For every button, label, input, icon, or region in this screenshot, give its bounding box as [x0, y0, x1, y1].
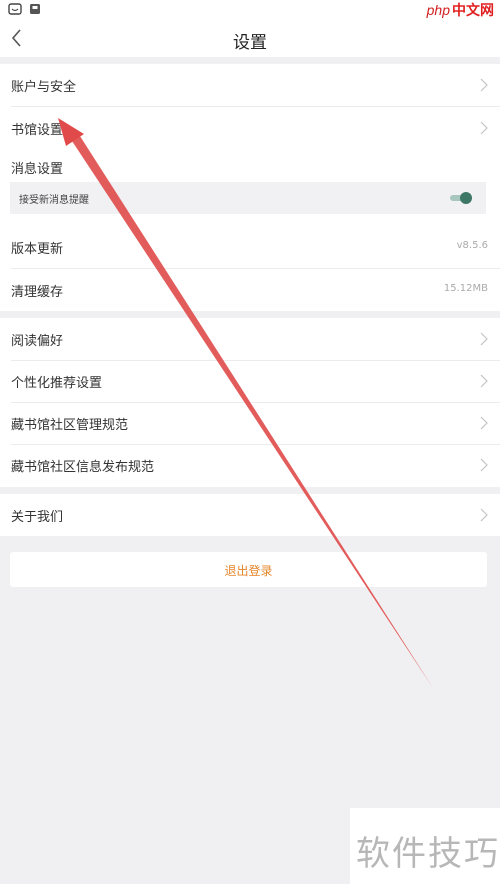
app-version-value: v8.5.6: [456, 240, 488, 251]
chat-app-icon: [8, 3, 22, 15]
receive-alerts-label: 接受新消息提醒: [19, 195, 89, 206]
chevron-right-icon: [480, 121, 488, 135]
about-us-label: 关于我们: [11, 510, 64, 525]
personalized-recommendation-label: 个性化推荐设置: [11, 376, 103, 391]
message-settings-label: 消息设置: [11, 162, 64, 177]
chevron-right-icon: [480, 416, 488, 430]
logout-button[interactable]: 退出登录: [10, 552, 487, 587]
page-title: 设置: [233, 33, 267, 53]
logout-label: 退出登录: [224, 564, 273, 578]
php-watermark: php 中文网: [427, 2, 494, 18]
clear-cache-label: 清理缓存: [11, 285, 64, 300]
clear-cache-value: 15.12MB: [443, 283, 488, 294]
navigation-bar: 设置: [0, 20, 500, 57]
reading-preferences-row[interactable]: 阅读偏好: [0, 318, 500, 360]
community-management-rules-label: 藏书馆社区管理规范: [11, 418, 129, 433]
about-us-row[interactable]: 关于我们: [0, 494, 500, 536]
receive-alerts-row[interactable]: 接受新消息提醒: [10, 182, 486, 214]
settings-section-reading: 阅读偏好 个性化推荐设置 藏书馆社区管理规范 藏书馆社区信息发布规范: [0, 318, 500, 487]
message-settings-row: 消息设置: [0, 150, 500, 180]
notification-icon: [30, 4, 40, 14]
settings-section-about: 关于我们: [0, 494, 500, 536]
clear-cache-row[interactable]: 清理缓存 15.12MB: [0, 269, 500, 311]
software-tips-watermark-text: 软件技巧: [356, 834, 500, 874]
chevron-right-icon: [480, 78, 488, 92]
chevron-right-icon: [480, 508, 488, 522]
community-management-rules-row[interactable]: 藏书馆社区管理规范: [0, 402, 500, 444]
toggle-knob: [460, 192, 472, 204]
account-security-label: 账户与安全: [11, 80, 77, 95]
receive-alerts-toggle[interactable]: [450, 192, 472, 204]
reading-preferences-label: 阅读偏好: [11, 334, 64, 349]
personalized-recommendation-row[interactable]: 个性化推荐设置: [0, 360, 500, 402]
php-watermark-brand: php: [426, 2, 450, 18]
status-bar: php 中文网: [0, 0, 500, 20]
chevron-right-icon: [480, 458, 488, 472]
community-posting-rules-row[interactable]: 藏书馆社区信息发布规范: [0, 444, 500, 486]
php-watermark-site: 中文网: [452, 2, 494, 18]
library-settings-row[interactable]: 书馆设置: [0, 107, 500, 149]
app-version-row[interactable]: 版本更新 v8.5.6: [0, 226, 500, 268]
software-tips-watermark: 软件技巧: [350, 808, 500, 884]
app-version-label: 版本更新: [11, 242, 64, 257]
account-security-row[interactable]: 账户与安全: [0, 64, 500, 106]
chevron-right-icon: [480, 374, 488, 388]
settings-section-account: 账户与安全 书馆设置 消息设置 接受新消息提醒 版本更新 v8.5.6 清理缓存…: [0, 64, 500, 311]
library-settings-label: 书馆设置: [11, 123, 64, 138]
community-posting-rules-label: 藏书馆社区信息发布规范: [11, 460, 155, 475]
chevron-right-icon: [480, 332, 488, 346]
